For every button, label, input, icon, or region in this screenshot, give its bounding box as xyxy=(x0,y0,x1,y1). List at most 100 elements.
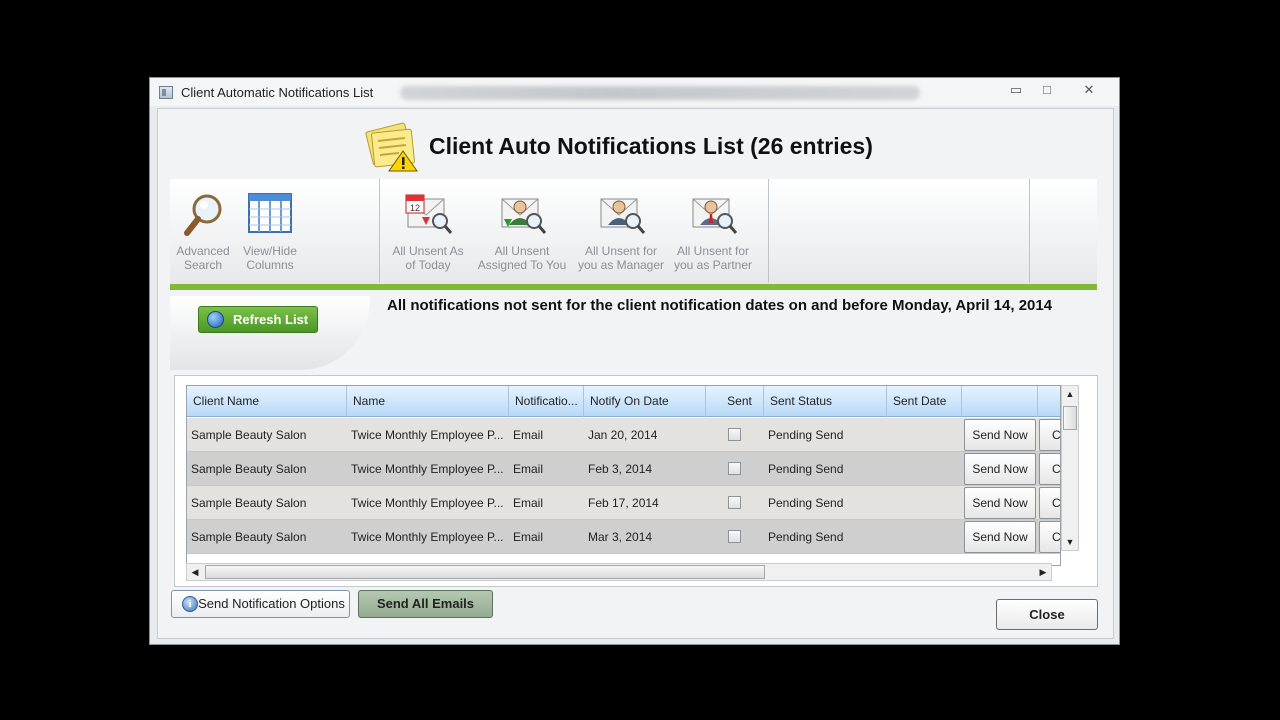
page-title: Client Auto Notifications List (26 entri… xyxy=(429,133,873,159)
column-header-sent[interactable]: Sent xyxy=(706,386,764,417)
ribbon-separator xyxy=(1029,179,1030,283)
scroll-right-arrow-icon[interactable]: ▶ xyxy=(1035,564,1051,580)
ribbon-label: All Unsent for xyxy=(676,244,750,258)
column-header-name[interactable]: Name xyxy=(347,386,509,417)
refresh-list-label: Refresh List xyxy=(233,312,309,327)
sent-checkbox[interactable] xyxy=(728,462,741,475)
send-notification-options-label: Send Notification Options xyxy=(198,596,345,611)
send-now-button[interactable]: Send Now xyxy=(964,419,1036,451)
view-hide-columns-button[interactable]: View/Hide Columns xyxy=(236,191,304,272)
refresh-panel: Refresh List xyxy=(170,296,370,370)
ribbon-separator xyxy=(379,179,380,283)
column-header-notify-date[interactable]: Notify On Date xyxy=(584,386,706,417)
magnifier-icon xyxy=(184,194,222,236)
horizontal-scrollbar[interactable]: ◀ ▶ xyxy=(186,563,1052,581)
send-all-emails-button[interactable]: Send All Emails xyxy=(358,590,493,618)
column-header-action xyxy=(962,386,1038,417)
ribbon-label: All Unsent for xyxy=(584,244,658,258)
maximize-button[interactable]: □ xyxy=(1036,81,1058,98)
send-now-button[interactable]: Send Now xyxy=(964,453,1036,485)
column-header-action xyxy=(1038,386,1060,417)
sent-status-cell: Pending Send xyxy=(768,462,844,476)
sent-status-cell: Pending Send xyxy=(768,428,844,442)
ribbon-label: you as Partner xyxy=(673,258,753,272)
ribbon-label: View/Hide xyxy=(243,244,297,258)
vertical-scroll-thumb[interactable] xyxy=(1063,406,1077,430)
cancel-button[interactable]: Ca xyxy=(1039,487,1060,519)
cancel-button[interactable]: Ca xyxy=(1039,521,1060,553)
close-button[interactable]: Close xyxy=(996,599,1098,630)
column-header-notification-type[interactable]: Notificatio... xyxy=(509,386,584,417)
close-window-button[interactable]: ✕ xyxy=(1078,81,1100,98)
vertical-scrollbar[interactable]: ▲ ▼ xyxy=(1061,385,1079,551)
client-name-cell: Sample Beauty Salon xyxy=(191,428,307,442)
svg-text:12: 12 xyxy=(410,203,420,213)
notify-date-cell: Jan 20, 2014 xyxy=(588,428,658,442)
sent-checkbox[interactable] xyxy=(728,428,741,441)
app-window-icon xyxy=(159,86,173,99)
info-icon: i xyxy=(182,596,198,612)
cancel-button[interactable]: Ca xyxy=(1039,419,1060,451)
sent-checkbox[interactable] xyxy=(728,496,741,509)
sent-date-cell xyxy=(887,452,891,486)
client-name-cell: Sample Beauty Salon xyxy=(191,462,307,476)
notification-name-cell: Twice Monthly Employee P... xyxy=(351,530,504,544)
manager-mail-icon xyxy=(600,198,646,234)
title-bar[interactable]: Client Automatic Notifications List ▭ □ … xyxy=(150,78,1119,106)
all-unsent-partner-button[interactable]: All Unsent for you as Partner xyxy=(670,191,756,272)
table-row[interactable]: Sample Beauty Salon Twice Monthly Employ… xyxy=(187,486,1060,520)
dialog-content: Client Auto Notifications List (26 entri… xyxy=(157,108,1114,639)
sent-status-cell: Pending Send xyxy=(768,530,844,544)
cancel-button[interactable]: Ca xyxy=(1039,453,1060,485)
notes-warning-icon xyxy=(365,122,418,172)
ribbon-toolbar: Advanced Search View/Hide Columns 12 All… xyxy=(170,179,1097,290)
notification-type-cell: Email xyxy=(513,496,544,510)
ribbon-label: Columns xyxy=(246,258,294,272)
scroll-down-arrow-icon[interactable]: ▼ xyxy=(1062,534,1078,550)
scroll-left-arrow-icon[interactable]: ◀ xyxy=(187,564,203,580)
table-row[interactable]: Sample Beauty Salon Twice Monthly Employ… xyxy=(187,520,1060,554)
advanced-search-button[interactable]: Advanced Search xyxy=(172,191,234,272)
table-row[interactable]: Sample Beauty Salon Twice Monthly Employ… xyxy=(187,418,1060,452)
client-name-cell: Sample Beauty Salon xyxy=(191,496,307,510)
send-now-button[interactable]: Send Now xyxy=(964,487,1036,519)
sent-date-cell xyxy=(887,486,891,520)
table-header: Client Name Name Notificatio... Notify O… xyxy=(187,386,1060,417)
scroll-up-arrow-icon[interactable]: ▲ xyxy=(1062,386,1078,402)
column-header-sent-date[interactable]: Sent Date xyxy=(887,386,962,417)
horizontal-scroll-thumb[interactable] xyxy=(205,565,765,579)
table-row[interactable]: Sample Beauty Salon Twice Monthly Employ… xyxy=(187,452,1060,486)
calendar-mail-icon: 12 xyxy=(405,194,453,234)
notify-date-cell: Feb 17, 2014 xyxy=(588,496,659,510)
sent-date-cell xyxy=(887,520,891,554)
sent-status-cell: Pending Send xyxy=(768,496,844,510)
all-unsent-assigned-button[interactable]: All Unsent Assigned To You xyxy=(475,191,569,272)
refresh-list-button[interactable]: Refresh List xyxy=(198,306,318,333)
column-header-client-name[interactable]: Client Name xyxy=(187,386,347,417)
ribbon-separator xyxy=(768,179,769,283)
notification-name-cell: Twice Monthly Employee P... xyxy=(351,462,504,476)
assigned-user-mail-icon xyxy=(501,198,547,234)
notify-date-cell: Feb 3, 2014 xyxy=(588,462,653,476)
all-unsent-manager-button[interactable]: All Unsent for you as Manager xyxy=(574,191,668,272)
app-window: Client Automatic Notifications List ▭ □ … xyxy=(149,77,1120,645)
send-notification-options-button[interactable]: i Send Notification Options xyxy=(171,590,350,618)
ribbon-label: of Today xyxy=(405,258,451,272)
minimize-button[interactable]: ▭ xyxy=(1005,81,1027,98)
globe-refresh-icon xyxy=(207,311,224,328)
ribbon-label: Assigned To You xyxy=(477,258,567,272)
ribbon-label: All Unsent xyxy=(494,244,550,258)
notifications-table: Client Name Name Notificatio... Notify O… xyxy=(186,385,1061,566)
sent-checkbox[interactable] xyxy=(728,530,741,543)
notification-type-cell: Email xyxy=(513,530,544,544)
notification-name-cell: Twice Monthly Employee P... xyxy=(351,428,504,442)
ribbon-label: Search xyxy=(183,258,223,272)
all-unsent-today-button[interactable]: 12 All Unsent As of Today xyxy=(386,191,470,272)
columns-grid-icon xyxy=(248,193,292,233)
notifications-table-frame: Client Name Name Notificatio... Notify O… xyxy=(174,375,1098,587)
send-now-button[interactable]: Send Now xyxy=(964,521,1036,553)
notification-type-cell: Email xyxy=(513,462,544,476)
column-header-sent-status[interactable]: Sent Status xyxy=(764,386,887,417)
ribbon-label: All Unsent As xyxy=(392,244,464,258)
ribbon-label: Advanced xyxy=(176,244,230,258)
